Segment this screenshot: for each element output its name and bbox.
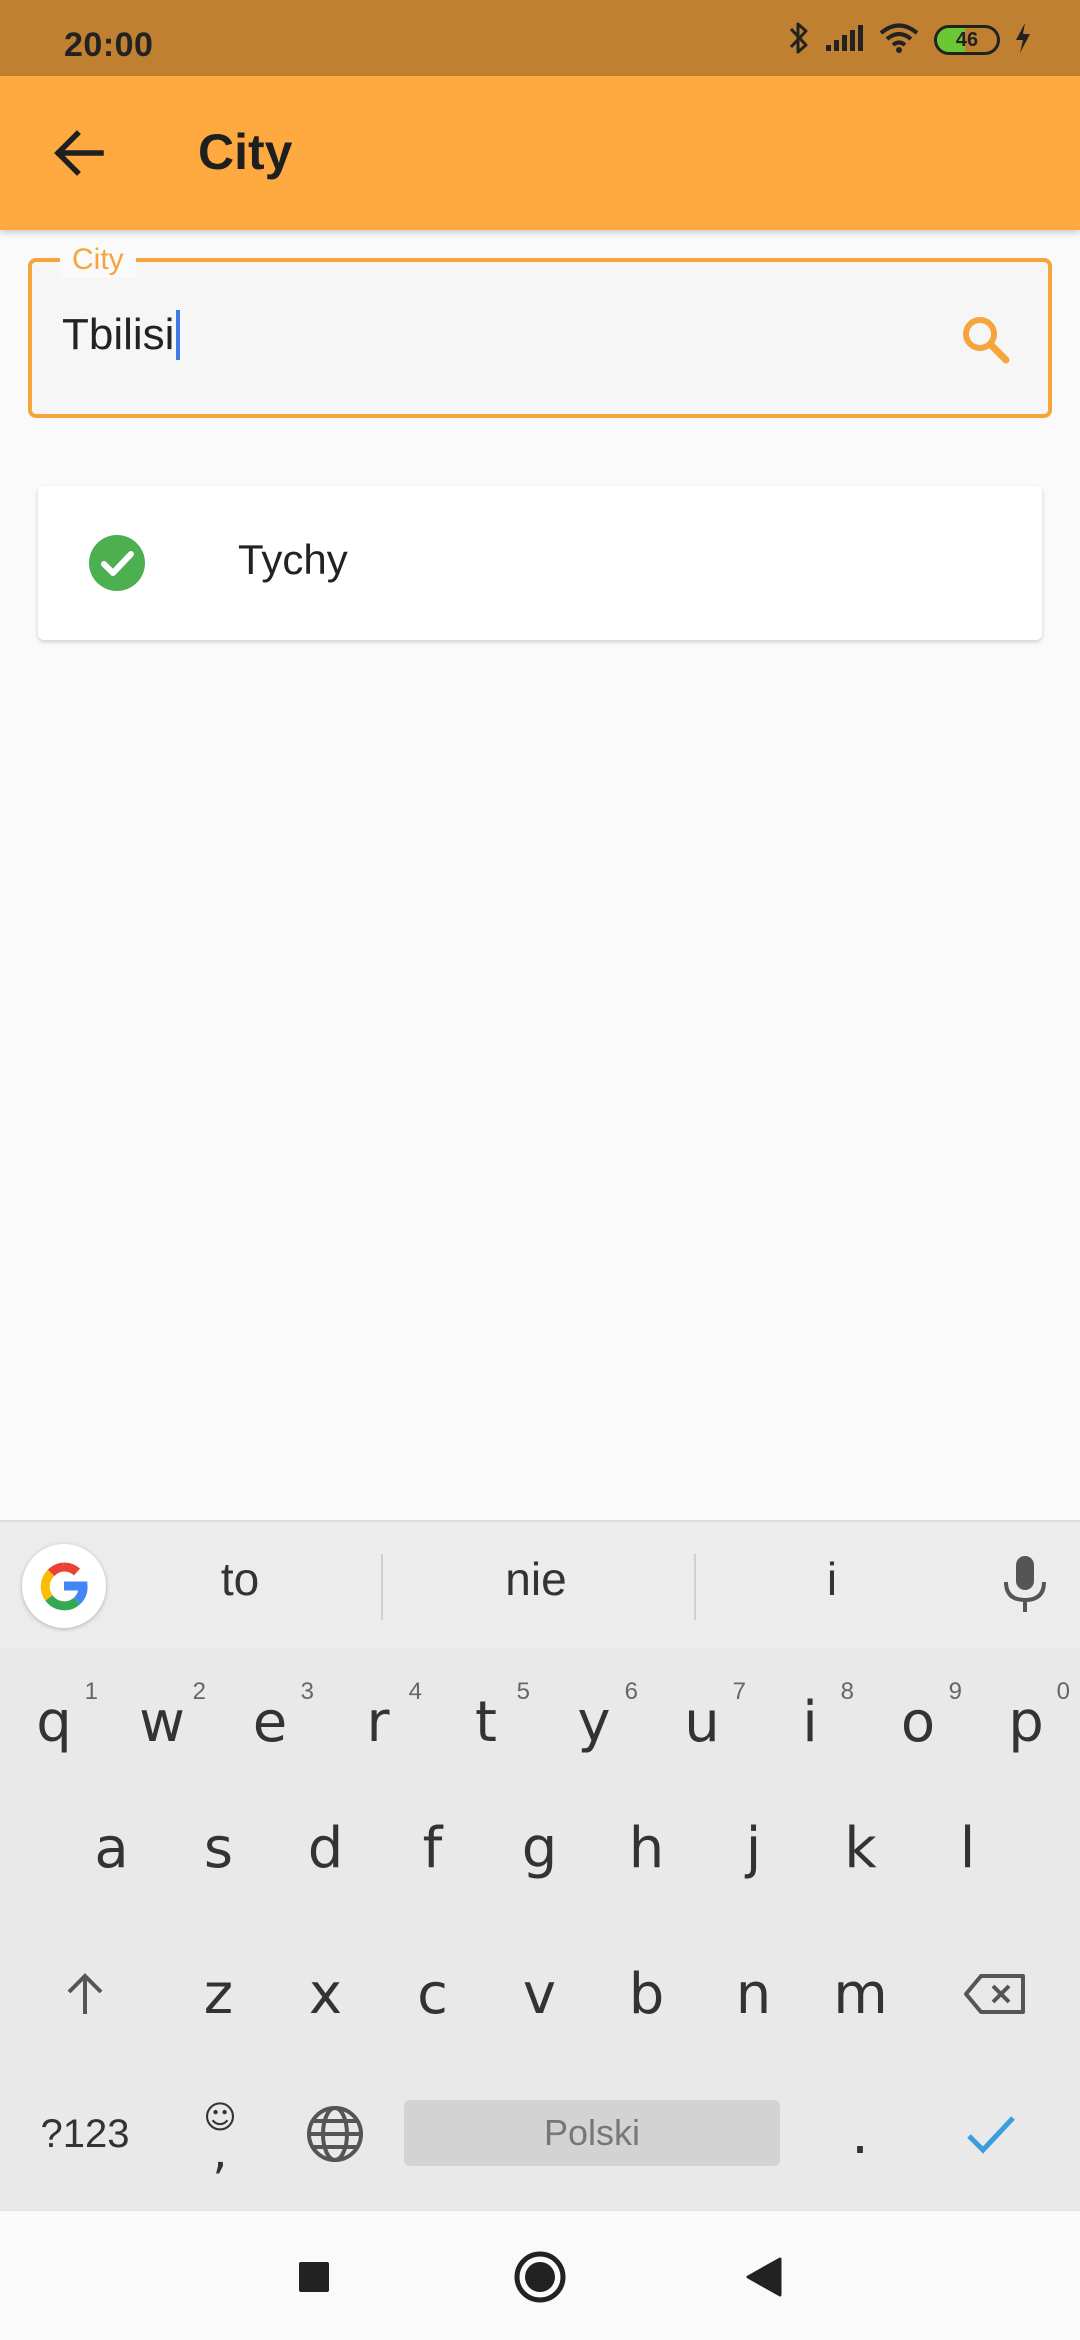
arrow-back-icon (54, 130, 104, 176)
key-hint: 8 (840, 1678, 854, 1705)
symbols-key[interactable]: ?123 (20, 2074, 150, 2194)
key-f[interactable]: f (379, 1788, 486, 1908)
language-key[interactable] (280, 2074, 390, 2194)
shift-icon (67, 1973, 103, 2014)
key-y[interactable]: y6 (540, 1662, 648, 1782)
key-label: t (475, 1689, 497, 1755)
key-o[interactable]: o9 (864, 1662, 972, 1782)
page-title: City (198, 124, 293, 180)
suggestion-3[interactable]: i (732, 1552, 932, 1606)
google-button[interactable] (22, 1544, 106, 1628)
check-circle-icon (88, 534, 146, 592)
app-bar: City (0, 76, 1080, 230)
comma-label: , (212, 2124, 228, 2180)
back-button[interactable] (40, 114, 118, 192)
key-label: q (36, 1689, 72, 1755)
result-label: Tychy (238, 536, 348, 583)
charging-icon (1014, 22, 1032, 59)
enter-key[interactable] (936, 2074, 1046, 2194)
checkmark-icon (967, 2116, 1015, 2154)
emoji-comma-key[interactable]: ☺ , (170, 2074, 270, 2194)
key-hint: 7 (732, 1678, 746, 1705)
navigation-bar (0, 2210, 1080, 2340)
key-i[interactable]: i8 (756, 1662, 864, 1782)
space-key[interactable]: Polski (404, 2100, 780, 2166)
key-p[interactable]: p0 (972, 1662, 1080, 1782)
suggestion-2[interactable]: nie (436, 1552, 636, 1606)
key-d[interactable]: d (272, 1788, 379, 1908)
key-a[interactable]: a (58, 1788, 165, 1908)
city-search-field[interactable]: City Tbilisi (28, 242, 1052, 418)
key-hint: 1 (84, 1678, 98, 1705)
key-label: i (802, 1689, 818, 1755)
key-h[interactable]: h (593, 1788, 700, 1908)
backspace-icon (964, 1974, 1025, 2014)
keyboard: to nie i q1w2e3r4t5y6u7i8o9p0 asdfghjkl … (0, 1520, 1080, 2210)
key-n[interactable]: n (700, 1934, 807, 2054)
key-t[interactable]: t5 (432, 1662, 540, 1782)
key-label: p (1008, 1689, 1044, 1755)
status-time: 20:00 (64, 26, 154, 64)
battery-icon: 46 (934, 25, 1000, 55)
square-icon (299, 2262, 329, 2292)
key-b[interactable]: b (593, 1934, 700, 2054)
key-hint: 0 (1056, 1678, 1070, 1705)
key-x[interactable]: x (272, 1934, 379, 2054)
suggestion-1[interactable]: to (140, 1552, 340, 1606)
backspace-key[interactable] (940, 1934, 1050, 2054)
key-k[interactable]: k (807, 1788, 914, 1908)
key-hint: 6 (624, 1678, 638, 1705)
key-z[interactable]: z (165, 1934, 272, 2054)
shift-key[interactable] (30, 1934, 140, 2054)
key-s[interactable]: s (165, 1788, 272, 1908)
key-r[interactable]: r4 (324, 1662, 432, 1782)
search-icon[interactable] (958, 312, 1014, 368)
key-label: w (139, 1689, 185, 1755)
key-u[interactable]: u7 (648, 1662, 756, 1782)
key-l[interactable]: l (914, 1788, 1021, 1908)
key-hint: 9 (948, 1678, 962, 1705)
recents-button[interactable] (284, 2247, 344, 2307)
status-icons: 46 (788, 22, 1032, 58)
back-nav-button[interactable] (734, 2247, 794, 2307)
triangle-back-icon (746, 2257, 782, 2297)
key-hint: 5 (516, 1678, 530, 1705)
key-g[interactable]: g (486, 1788, 593, 1908)
bluetooth-icon (788, 20, 810, 61)
home-button[interactable] (510, 2247, 570, 2307)
key-hint: 3 (300, 1678, 314, 1705)
key-e[interactable]: e3 (216, 1662, 324, 1782)
key-j[interactable]: j (700, 1788, 807, 1908)
key-hint: 4 (408, 1678, 422, 1705)
battery-level: 46 (955, 28, 979, 51)
home-circle-icon (514, 2251, 566, 2303)
status-bar: 20:00 46 (0, 0, 1080, 76)
search-input-text: Tbilisi (62, 310, 175, 359)
key-c[interactable]: c (379, 1934, 486, 2054)
search-input[interactable]: Tbilisi (62, 310, 181, 360)
signal-icon (824, 23, 864, 58)
globe-icon (307, 2106, 363, 2162)
key-w[interactable]: w2 (108, 1662, 216, 1782)
google-icon (40, 1562, 88, 1611)
key-label: r (366, 1689, 390, 1755)
key-label: u (684, 1689, 720, 1755)
microphone-icon[interactable] (998, 1554, 1052, 1616)
search-field-label: City (60, 242, 136, 278)
list-item[interactable]: Tychy (38, 486, 1042, 640)
key-m[interactable]: m (807, 1934, 914, 2054)
key-label: o (900, 1689, 936, 1755)
wifi-icon (878, 22, 920, 59)
period-key[interactable]: . (810, 2074, 910, 2194)
suggestion-divider (694, 1554, 696, 1620)
key-q[interactable]: q1 (0, 1662, 108, 1782)
suggestion-bar: to nie i (0, 1522, 1080, 1648)
key-label: y (577, 1689, 611, 1755)
key-v[interactable]: v (486, 1934, 593, 2054)
key-label: e (252, 1689, 288, 1755)
text-caret (176, 310, 181, 360)
key-hint: 2 (192, 1678, 206, 1705)
suggestion-divider (381, 1554, 383, 1620)
